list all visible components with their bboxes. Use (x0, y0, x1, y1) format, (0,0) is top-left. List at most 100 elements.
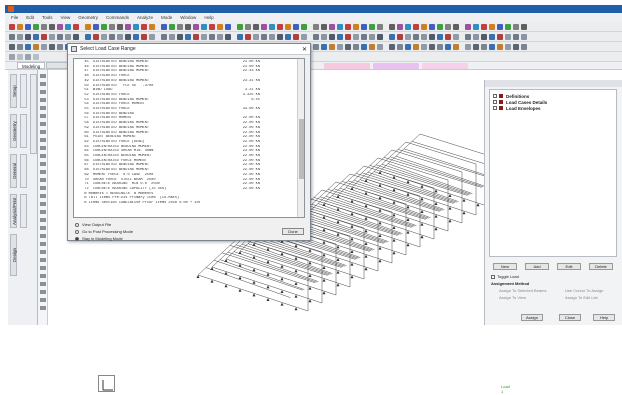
toolbar-button[interactable] (269, 33, 275, 40)
tool-icon[interactable] (39, 98, 46, 102)
toolbar-button[interactable] (9, 23, 15, 30)
toolbar-button[interactable] (57, 33, 63, 40)
toolbar-button[interactable] (313, 23, 319, 30)
toolbar-button[interactable] (321, 43, 327, 50)
toolbar-button[interactable] (369, 23, 375, 30)
toolbar-button[interactable] (101, 23, 107, 30)
toolbar-button[interactable] (225, 33, 231, 40)
cursor-assign-option[interactable]: Use Cursor To Assign (565, 288, 603, 293)
toolbar-button[interactable] (337, 23, 343, 30)
tool-icon[interactable] (39, 114, 46, 118)
tool-icon[interactable] (39, 306, 46, 310)
toolbar-button[interactable] (149, 23, 155, 30)
toolbar-button[interactable] (329, 43, 335, 50)
toolbar-button[interactable] (25, 43, 31, 50)
toolbar-button[interactable] (185, 33, 191, 40)
menu-view[interactable]: View (61, 15, 71, 20)
toolbar-button[interactable] (397, 33, 403, 40)
close-icon[interactable]: ✕ (302, 46, 307, 53)
toolbar-button[interactable] (33, 53, 39, 60)
toolbar-button[interactable] (237, 23, 243, 30)
toolbar-button[interactable] (85, 33, 91, 40)
expand-icon[interactable] (493, 100, 497, 104)
option-post-processing[interactable]: Go to Post Processing Mode (75, 229, 133, 234)
toolbar-button[interactable] (445, 33, 451, 40)
toolbar-button[interactable] (377, 33, 383, 40)
tool-icon[interactable] (39, 290, 46, 294)
tool-icon[interactable] (39, 210, 46, 214)
toolbar-button[interactable] (513, 33, 519, 40)
toolbar-button[interactable] (41, 23, 47, 30)
toolbar-button[interactable] (185, 23, 191, 30)
tool-icon[interactable] (39, 226, 46, 230)
toolbar-button[interactable] (209, 23, 215, 30)
toolbar-button[interactable] (453, 33, 459, 40)
toolbar-button[interactable] (133, 33, 139, 40)
color-tab-rose[interactable] (422, 62, 469, 69)
toolbar-button[interactable] (65, 33, 71, 40)
menu-tools[interactable]: Tools (42, 15, 53, 20)
toolbar-button[interactable] (25, 53, 31, 60)
toolbar-button[interactable] (445, 43, 451, 50)
tool-icon[interactable] (39, 258, 46, 262)
toolbar-button[interactable] (161, 23, 167, 30)
toolbar-button[interactable] (85, 23, 91, 30)
toolbar-button[interactable] (453, 43, 459, 50)
toolbar-button[interactable] (421, 33, 427, 40)
toolbar-button[interactable] (17, 53, 23, 60)
new-button[interactable]: New (493, 263, 517, 270)
toolbar-button[interactable] (389, 33, 395, 40)
radio-view-output[interactable] (75, 222, 79, 227)
toolbar-button[interactable] (405, 23, 411, 30)
toolbar-button[interactable] (329, 33, 335, 40)
toolbar-button[interactable] (93, 33, 99, 40)
toolbar-button[interactable] (237, 33, 243, 40)
toolbar-button[interactable] (481, 43, 487, 50)
toolbar-button[interactable] (521, 33, 527, 40)
menu-analyze[interactable]: Analyze (137, 15, 153, 20)
toolbar-button[interactable] (397, 43, 403, 50)
done-button[interactable]: Done (282, 228, 304, 235)
toolbar-button[interactable] (405, 33, 411, 40)
toolbar-button[interactable] (109, 33, 115, 40)
toolbar-button[interactable] (489, 23, 495, 30)
edit-button[interactable]: Edit (557, 263, 581, 270)
add-button[interactable]: Add (525, 263, 549, 270)
toolbar-button[interactable] (277, 33, 283, 40)
toolbar-button[interactable] (473, 33, 479, 40)
toolbar-button[interactable] (41, 33, 47, 40)
radio-post-processing[interactable] (75, 229, 79, 234)
toolbar-button[interactable] (261, 33, 267, 40)
vtab-sub-1[interactable] (20, 74, 27, 108)
toolbar-button[interactable] (497, 33, 503, 40)
toolbar-button[interactable] (345, 43, 351, 50)
toolbar-button[interactable] (277, 23, 283, 30)
toolbar-button[interactable] (313, 43, 319, 50)
edit-list-option[interactable]: Assign To Edit List (565, 295, 598, 300)
tool-icon[interactable] (39, 298, 46, 302)
scrollbar-thumb[interactable] (299, 119, 304, 179)
toolbar-button[interactable] (445, 23, 451, 30)
toolbar-button[interactable] (149, 33, 155, 40)
toolbar-button[interactable] (33, 33, 39, 40)
option-view-output[interactable]: View Output File (75, 222, 111, 227)
expand-icon[interactable] (493, 106, 497, 110)
toolbar-button[interactable] (117, 33, 123, 40)
menu-edit[interactable]: Edit (26, 15, 34, 20)
toolbar-button[interactable] (217, 33, 223, 40)
toolbar-button[interactable] (453, 23, 459, 30)
toolbar-button[interactable] (465, 23, 471, 30)
toolbar-button[interactable] (57, 43, 63, 50)
toolbar-button[interactable] (141, 23, 147, 30)
toolbar-button[interactable] (301, 23, 307, 30)
tool-icon[interactable] (39, 146, 46, 150)
toolbar-button[interactable] (9, 33, 15, 40)
toolbar-button[interactable] (73, 23, 79, 30)
toolbar-button[interactable] (489, 33, 495, 40)
toolbar-button[interactable] (93, 23, 99, 30)
vtab-sub-5[interactable] (30, 74, 37, 154)
toolbar-button[interactable] (505, 23, 511, 30)
toolbar-button[interactable] (353, 23, 359, 30)
toolbar-button[interactable] (465, 33, 471, 40)
toolbar-button[interactable] (253, 23, 259, 30)
